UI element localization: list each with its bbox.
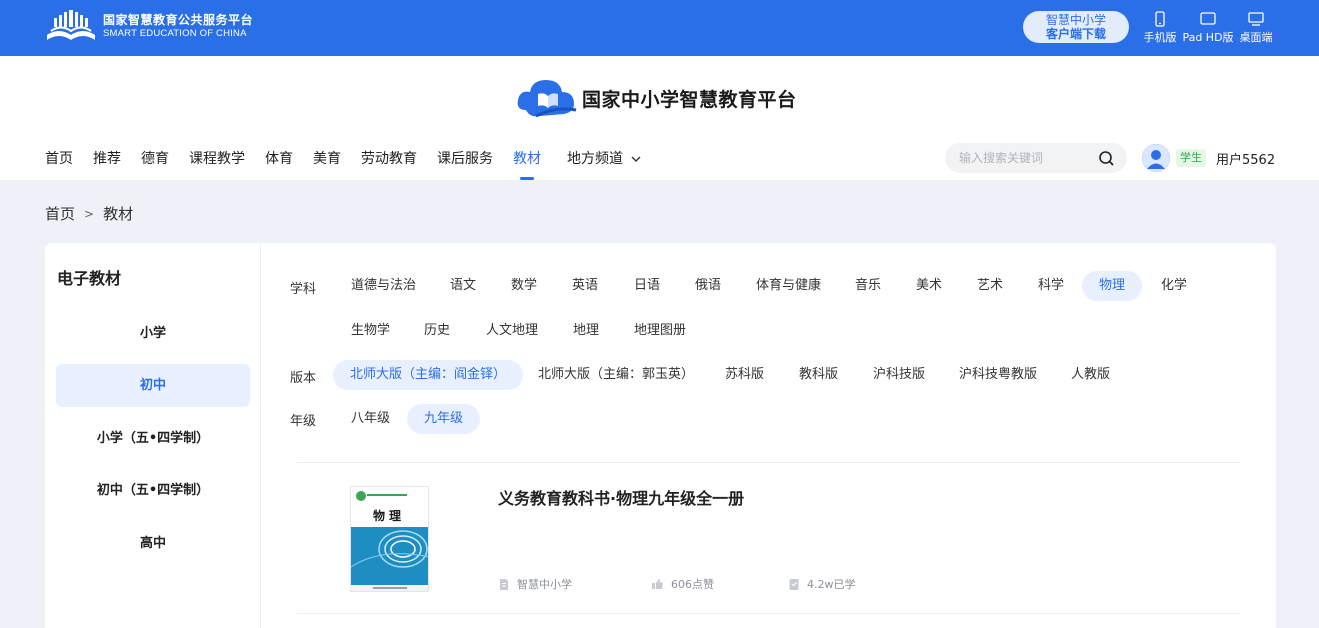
book-cover-image: [351, 487, 428, 591]
nav-home[interactable]: 首页: [45, 148, 73, 168]
subject-label: 学科: [290, 282, 317, 297]
divider: [297, 613, 1240, 614]
edition-tag[interactable]: 沪科技粤教版: [959, 360, 1037, 390]
edition-tag[interactable]: 北师大版（主编：郭玉英）: [538, 360, 694, 390]
platform-logo[interactable]: 国家智慧教育公共服务平台 SMART EDUCATION OF CHINA: [45, 9, 253, 45]
logo-en-text: SMART EDUCATION OF CHINA: [103, 28, 247, 39]
book-likes: 606点赞: [651, 576, 714, 592]
nav-moral[interactable]: 德育: [141, 148, 169, 168]
subject-tag[interactable]: 体育与健康: [756, 271, 821, 301]
edition-tag[interactable]: 教科版: [799, 360, 838, 390]
book-cover-title: 物理: [373, 509, 406, 523]
nav-labor[interactable]: 劳动教育: [361, 148, 417, 168]
site-header: 国家中小学智慧教育平台 首页 推荐 德育 课程教学 体育 美育 劳动教育 课后服…: [0, 56, 1319, 180]
nav-local-label: 地方频道: [567, 151, 623, 167]
chevron-down-icon: [631, 156, 641, 162]
phone-icon: [1155, 11, 1165, 27]
search-box: [945, 143, 1127, 173]
tablet-icon: [1200, 12, 1216, 25]
sidebar-item-primary[interactable]: 小学: [56, 312, 250, 355]
main-nav: 首页 推荐 德育 课程教学 体育 美育 劳动教育 课后服务 教材 地方频道: [45, 148, 641, 180]
book-publisher: 智慧中小学: [498, 576, 572, 592]
book-likes-text: 606点赞: [671, 578, 714, 591]
subject-tag[interactable]: 美术: [916, 271, 942, 301]
nav-local-channel[interactable]: 地方频道: [567, 148, 641, 168]
subject-tag[interactable]: 科学: [1038, 271, 1064, 301]
subject-tag[interactable]: 语文: [450, 271, 476, 301]
nav-arts[interactable]: 美育: [313, 148, 341, 168]
download-line2: 客户端下载: [1045, 27, 1106, 41]
subject-tag[interactable]: 地理图册: [634, 316, 686, 346]
subject-tag[interactable]: 数学: [511, 271, 537, 301]
book-learned: 4.2w已学: [788, 576, 856, 592]
search-icon[interactable]: [1098, 150, 1115, 167]
edition-tag[interactable]: 人教版: [1071, 360, 1110, 390]
brand[interactable]: 国家中小学智慧教育平台: [516, 76, 797, 120]
client-download-button[interactable]: 智慧中小学 客户端下载: [1023, 11, 1129, 43]
logo-cn-text: 国家智慧教育公共服务平台: [103, 13, 254, 27]
nav-textbook[interactable]: 教材: [513, 148, 541, 180]
subject-tag[interactable]: 道德与法治: [351, 271, 416, 301]
role-badge: 学生: [1176, 149, 1206, 167]
breadcrumb-home[interactable]: 首页: [45, 203, 75, 224]
grade-tag[interactable]: 八年级: [351, 404, 390, 434]
top-bar: 国家智慧教育公共服务平台 SMART EDUCATION OF CHINA 智慧…: [0, 0, 1319, 56]
edition-tag[interactable]: 苏科版: [725, 360, 764, 390]
stage-sidebar: 电子教材 小学 初中 小学（五•四学制） 初中（五•四学制） 高中: [45, 243, 261, 628]
book-publisher-text: 智慧中小学: [517, 578, 572, 591]
nav-sports[interactable]: 体育: [265, 148, 293, 168]
book-logo-icon: [47, 10, 95, 40]
subject-tag[interactable]: 俄语: [695, 271, 721, 301]
subject-tag[interactable]: 英语: [572, 271, 598, 301]
subject-tag[interactable]: 音乐: [855, 271, 881, 301]
subject-tag[interactable]: 生物学: [351, 316, 390, 346]
book-learned-text: 4.2w已学: [807, 578, 856, 591]
divider: [297, 462, 1240, 463]
user-name[interactable]: 用户5562: [1216, 149, 1275, 168]
device-phone-label: 手机版: [1143, 31, 1177, 44]
subject-tag[interactable]: 化学: [1161, 271, 1187, 301]
sidebar-title: 电子教材: [57, 269, 122, 288]
subject-tag[interactable]: 历史: [424, 316, 450, 346]
book-read-icon: [789, 578, 799, 590]
sidebar-item-senior[interactable]: 高中: [56, 522, 250, 565]
edition-label: 版本: [290, 371, 317, 386]
nav-after-school[interactable]: 课后服务: [437, 148, 493, 168]
edition-tag-active[interactable]: 北师大版（主编：阎金铎）: [333, 360, 524, 390]
thumbs-up-icon: [652, 579, 663, 589]
document-icon: [500, 578, 508, 590]
device-phone[interactable]: 手机版: [1143, 11, 1177, 45]
cloud-book-logo-icon: [517, 80, 577, 118]
textbook-panel: 电子教材 小学 初中 小学（五•四学制） 初中（五•四学制） 高中 学科 道德与…: [45, 243, 1276, 628]
device-tablet[interactable]: Pad HD版: [1182, 11, 1234, 45]
user-avatar-icon: [1142, 144, 1170, 172]
avatar[interactable]: [1142, 144, 1170, 172]
sidebar-item-junior-54[interactable]: 初中（五•四学制）: [56, 469, 250, 512]
device-tablet-label: Pad HD版: [1182, 31, 1234, 44]
device-desktop[interactable]: 桌面端: [1239, 11, 1273, 45]
subject-tag[interactable]: 日语: [634, 271, 660, 301]
nav-recommend[interactable]: 推荐: [93, 148, 121, 168]
subject-tag[interactable]: 地理: [573, 316, 599, 346]
device-desktop-label: 桌面端: [1239, 31, 1273, 44]
sidebar-item-primary-54[interactable]: 小学（五•四学制）: [56, 417, 250, 460]
nav-course[interactable]: 课程教学: [189, 148, 245, 168]
desktop-icon: [1248, 12, 1264, 26]
search-input[interactable]: [959, 149, 1089, 167]
grade-tag-active[interactable]: 九年级: [407, 404, 481, 434]
breadcrumb-current: 教材: [103, 205, 134, 223]
sidebar-item-junior[interactable]: 初中: [56, 364, 250, 407]
subject-tag[interactable]: 人文地理: [486, 316, 538, 346]
breadcrumb: 首页 > 教材: [45, 203, 133, 224]
subject-tag[interactable]: 艺术: [977, 271, 1003, 301]
grade-label: 年级: [290, 414, 317, 429]
breadcrumb-separator-icon: >: [84, 206, 95, 221]
download-line1: 智慧中小学: [1045, 13, 1106, 27]
brand-title: 国家中小学智慧教育平台: [582, 88, 797, 111]
book-cover[interactable]: 物理: [350, 486, 429, 592]
edition-tag[interactable]: 沪科技版: [873, 360, 925, 390]
book-title[interactable]: 义务教育教科书·物理九年级全一册: [498, 485, 744, 509]
subject-tag-active[interactable]: 物理: [1082, 271, 1143, 301]
